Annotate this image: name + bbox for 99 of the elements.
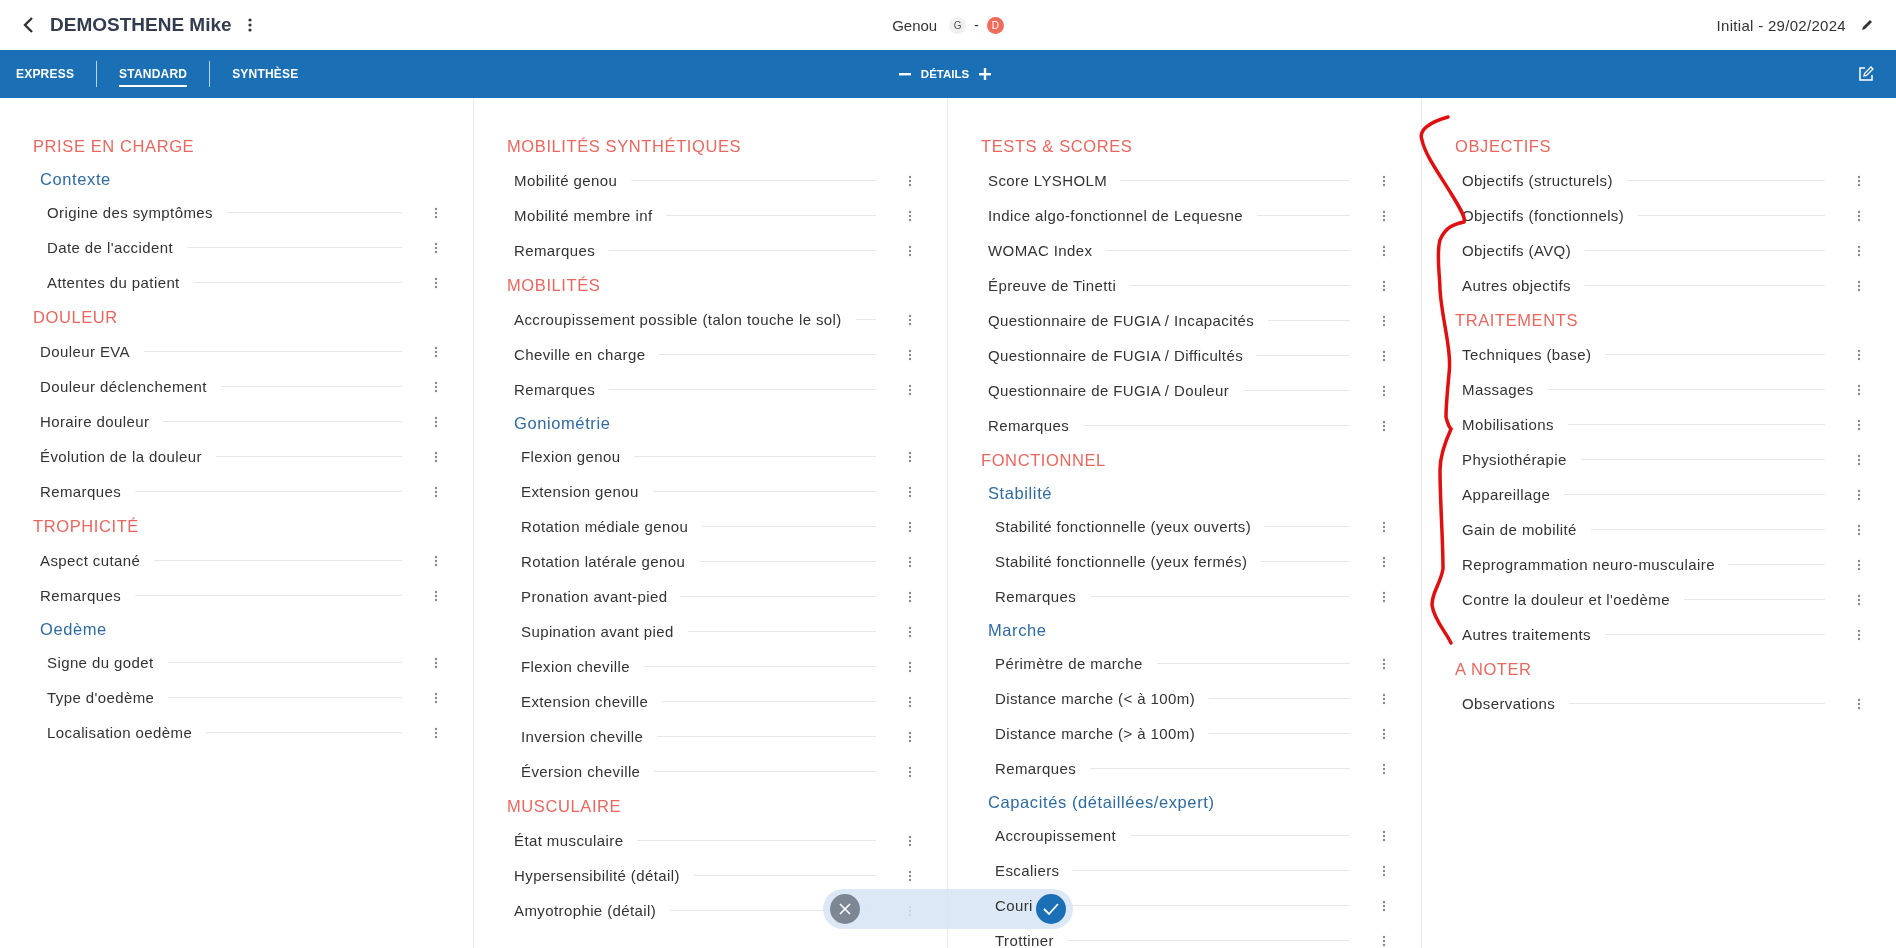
field-label[interactable]: Appareillage bbox=[1462, 486, 1551, 503]
field-label[interactable]: Observations bbox=[1462, 695, 1556, 712]
field-label[interactable]: Flexion cheville bbox=[521, 658, 630, 675]
field-label[interactable]: Épreuve de Tinetti bbox=[988, 277, 1117, 294]
field-label[interactable]: Hypersensibilité (détail) bbox=[514, 867, 680, 884]
field-label[interactable]: Accroupissement bbox=[995, 827, 1117, 844]
field-label[interactable]: Stabilité fonctionnelle (yeux ouverts) bbox=[995, 518, 1252, 535]
field-label[interactable]: Pronation avant-pied bbox=[521, 588, 668, 605]
field-label[interactable]: Remarques bbox=[995, 760, 1077, 777]
field-label[interactable]: Mobilité membre inf bbox=[514, 207, 653, 224]
edit-icon[interactable] bbox=[1858, 66, 1874, 82]
field-label[interactable]: Localisation oedème bbox=[47, 724, 193, 741]
field-label[interactable]: Douleur EVA bbox=[40, 343, 130, 360]
field-label[interactable]: Autres traitements bbox=[1462, 626, 1591, 643]
check-icon bbox=[1043, 903, 1059, 915]
field-label[interactable]: Inversion cheville bbox=[521, 728, 644, 745]
field-label[interactable]: Remarques bbox=[995, 588, 1077, 605]
details-label: DÉTAILS bbox=[920, 68, 970, 80]
body-region: Genou bbox=[892, 16, 938, 34]
field-label[interactable]: Stabilité fonctionnelle (yeux fermés) bbox=[995, 553, 1248, 570]
field-label[interactable]: Gain de mobilité bbox=[1462, 521, 1577, 538]
section-title: PRISE EN CHARGE bbox=[33, 135, 196, 157]
side-separator: - bbox=[974, 17, 979, 33]
subsection-title: Contexte bbox=[39, 168, 112, 190]
view-tab[interactable]: STANDARD bbox=[119, 61, 188, 87]
section-title: TRAITEMENTS bbox=[1455, 309, 1580, 331]
field-label[interactable]: Extension genou bbox=[521, 483, 639, 500]
subsection-title: Stabilité bbox=[987, 482, 1054, 504]
more-icon[interactable] bbox=[247, 18, 252, 32]
session-label: Initial - 29/02/2024 bbox=[1716, 16, 1846, 34]
field-label[interactable]: Questionnaire de FUGIA / Difficultés bbox=[988, 347, 1244, 364]
field-label[interactable]: Couri bbox=[995, 897, 1033, 914]
section-title: TESTS & SCORES bbox=[981, 135, 1134, 157]
back-icon[interactable] bbox=[22, 16, 34, 34]
view-tab[interactable]: SYNTHÈSE bbox=[232, 61, 299, 87]
plus-icon[interactable] bbox=[979, 68, 992, 80]
subsection-title: Oedème bbox=[39, 618, 108, 640]
field-label[interactable]: État musculaire bbox=[514, 832, 624, 849]
field-label[interactable]: Reprogrammation neuro-musculaire bbox=[1462, 556, 1715, 573]
field-label[interactable]: Questionnaire de FUGIA / Douleur bbox=[988, 382, 1230, 399]
field-label[interactable]: Signe du godet bbox=[47, 654, 154, 671]
subsection-title: Goniométrie bbox=[513, 412, 612, 434]
field-label[interactable]: Évolution de la douleur bbox=[40, 448, 202, 465]
field-label[interactable]: Amyotrophie (détail) bbox=[514, 902, 657, 919]
field-label[interactable]: Remarques bbox=[514, 381, 596, 398]
field-label[interactable]: Remarques bbox=[514, 242, 596, 259]
field-label[interactable]: Accroupissement possible (talon touche le sol) bbox=[514, 311, 842, 328]
section-title: A NOTER bbox=[1455, 658, 1533, 680]
field-label[interactable]: Questionnaire de FUGIA / Incapacités bbox=[988, 312, 1255, 329]
section-title: MOBILITÉS SYNTHÉTIQUES bbox=[507, 135, 743, 157]
field-label[interactable]: Cheville en charge bbox=[514, 346, 646, 363]
side-toggle[interactable]: G bbox=[949, 16, 967, 34]
field-label[interactable]: Éversion cheville bbox=[521, 763, 641, 780]
field-label[interactable]: Physiothérapie bbox=[1462, 451, 1567, 468]
close-icon bbox=[839, 903, 851, 915]
field-label[interactable]: Horaire douleur bbox=[40, 413, 150, 430]
field-label[interactable]: Autres objectifs bbox=[1462, 277, 1571, 294]
patient-name: DEMOSTHENE Mike bbox=[50, 14, 232, 36]
field-label[interactable]: Périmètre de marche bbox=[995, 655, 1143, 672]
section-title: TROPHICITÉ bbox=[33, 515, 140, 537]
field-label[interactable]: Date de l'accident bbox=[47, 239, 173, 256]
field-label[interactable]: Objectifs (AVQ) bbox=[1462, 242, 1572, 259]
pencil-icon[interactable] bbox=[1860, 18, 1874, 32]
field-label[interactable]: Type d'oedème bbox=[47, 689, 155, 706]
field-label[interactable]: Score LYSHOLM bbox=[988, 172, 1108, 189]
field-label[interactable]: Massages bbox=[1462, 381, 1534, 398]
field-label[interactable]: Mobilisations bbox=[1462, 416, 1554, 433]
section-title: DOULEUR bbox=[33, 306, 119, 328]
subsection-title: Marche bbox=[987, 619, 1048, 641]
field-label[interactable]: Rotation latérale genou bbox=[521, 553, 686, 570]
field-label[interactable]: Supination avant pied bbox=[521, 623, 674, 640]
field-label[interactable]: Origine des symptômes bbox=[47, 204, 213, 221]
field-label[interactable]: Aspect cutané bbox=[40, 552, 141, 569]
section-title: FONCTIONNEL bbox=[981, 449, 1107, 471]
field-label[interactable]: Mobilité genou bbox=[514, 172, 618, 189]
view-tab[interactable]: EXPRESS bbox=[16, 61, 75, 87]
field-label[interactable]: Objectifs (structurels) bbox=[1462, 172, 1613, 189]
field-label[interactable]: Distance marche (> à 100m) bbox=[995, 725, 1196, 742]
field-label[interactable]: Douleur déclenchement bbox=[40, 378, 207, 395]
field-label[interactable]: Rotation médiale genou bbox=[521, 518, 689, 535]
field-label[interactable]: WOMAC Index bbox=[988, 242, 1093, 259]
field-label[interactable]: Extension cheville bbox=[521, 693, 649, 710]
field-label[interactable]: Indice algo-fonctionnel de Lequesne bbox=[988, 207, 1244, 224]
field-label[interactable]: Techniques (base) bbox=[1462, 346, 1592, 363]
field-label[interactable]: Attentes du patient bbox=[47, 274, 180, 291]
section-title: OBJECTIFS bbox=[1455, 135, 1553, 157]
field-label[interactable]: Flexion genou bbox=[521, 448, 621, 465]
field-label[interactable]: Escaliers bbox=[995, 862, 1060, 879]
field-label[interactable]: Contre la douleur et l'oedème bbox=[1462, 591, 1670, 608]
field-label[interactable]: Remarques bbox=[40, 587, 122, 604]
field-label[interactable]: Distance marche (< à 100m) bbox=[995, 690, 1196, 707]
field-label[interactable]: Remarques bbox=[40, 483, 122, 500]
confirm-button[interactable] bbox=[1036, 894, 1066, 924]
subsection-title: Capacités (détaillées/expert) bbox=[987, 791, 1216, 813]
section-title: MOBILITÉS bbox=[507, 274, 602, 296]
field-label[interactable]: Trottiner bbox=[995, 932, 1054, 948]
cancel-button[interactable] bbox=[830, 894, 860, 924]
field-label[interactable]: Remarques bbox=[988, 417, 1070, 434]
section-title: MUSCULAIRE bbox=[507, 795, 623, 817]
